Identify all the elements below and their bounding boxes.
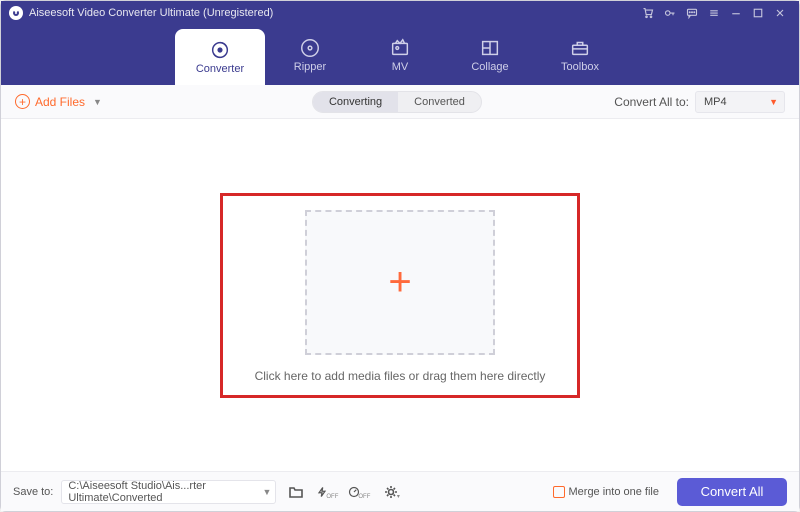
footer: Save to: C:\Aiseesoft Studio\Ais...rter … <box>1 471 799 511</box>
tutorial-highlight-box: + Click here to add media files or drag … <box>220 193 581 398</box>
add-files-button[interactable]: + Add Files ▼ <box>15 94 102 109</box>
hardware-accel-button[interactable]: OFF <box>316 480 340 504</box>
feedback-icon[interactable] <box>681 3 703 23</box>
save-to-path-select[interactable]: C:\Aiseesoft Studio\Ais...rter Ultimate\… <box>61 480 276 504</box>
tab-ripper[interactable]: Ripper <box>265 25 355 85</box>
merge-label: Merge into one file <box>569 486 660 498</box>
toolbar: + Add Files ▼ Converting Converted Conve… <box>1 85 799 119</box>
seg-converted[interactable]: Converted <box>398 92 481 112</box>
menu-icon[interactable] <box>703 3 725 23</box>
chevron-down-icon: ▼ <box>262 487 271 497</box>
save-to-label: Save to: <box>13 486 53 498</box>
convert-all-label: Convert All to: <box>614 95 689 109</box>
tab-label: Collage <box>471 61 508 73</box>
merge-checkbox[interactable]: Merge into one file <box>553 486 660 498</box>
collage-icon <box>479 37 501 59</box>
maximize-button[interactable] <box>747 3 769 23</box>
window-title: Aiseesoft Video Converter Ultimate (Unre… <box>29 7 273 19</box>
key-icon[interactable] <box>659 3 681 23</box>
toolbox-icon <box>569 37 591 59</box>
convert-all-format-select[interactable]: MP4 ▼ <box>695 91 785 113</box>
nav-tabs: Converter Ripper MV Collage Toolbox <box>1 25 799 85</box>
chevron-down-icon: ▼ <box>769 97 778 107</box>
tab-label: MV <box>392 61 409 73</box>
save-to-path: C:\Aiseesoft Studio\Ais...rter Ultimate\… <box>68 480 269 504</box>
minimize-button[interactable] <box>725 3 747 23</box>
high-speed-button[interactable]: OFF <box>348 480 372 504</box>
settings-button[interactable]: ▾ <box>380 480 404 504</box>
workspace: + Click here to add media files or drag … <box>1 119 799 471</box>
tab-label: Toolbox <box>561 61 599 73</box>
add-files-label: Add Files <box>35 95 85 109</box>
convert-btn-label: Convert All <box>701 484 764 499</box>
tab-collage[interactable]: Collage <box>445 25 535 85</box>
cart-icon[interactable] <box>637 3 659 23</box>
tab-label: Converter <box>196 63 244 75</box>
plus-icon: + <box>15 94 30 109</box>
checkbox-icon <box>553 486 565 498</box>
open-folder-button[interactable] <box>284 480 308 504</box>
app-window: Aiseesoft Video Converter Ultimate (Unre… <box>0 0 800 512</box>
drop-zone[interactable]: + <box>305 210 495 355</box>
drop-hint: Click here to add media files or drag th… <box>255 369 546 383</box>
seg-converting[interactable]: Converting <box>313 92 398 112</box>
tab-toolbox[interactable]: Toolbox <box>535 25 625 85</box>
mv-icon <box>389 37 411 59</box>
tab-mv[interactable]: MV <box>355 25 445 85</box>
converter-icon <box>209 39 231 61</box>
convert-all-value: MP4 <box>704 96 727 108</box>
app-logo-icon <box>9 6 23 20</box>
chevron-down-icon: ▼ <box>93 97 102 107</box>
close-button[interactable] <box>769 3 791 23</box>
tab-converter[interactable]: Converter <box>175 29 265 85</box>
big-plus-icon: + <box>388 260 411 305</box>
convert-all-button[interactable]: Convert All <box>677 478 787 506</box>
status-segment: Converting Converted <box>312 91 482 113</box>
titlebar: Aiseesoft Video Converter Ultimate (Unre… <box>1 1 799 25</box>
tab-label: Ripper <box>294 61 326 73</box>
ripper-icon <box>299 37 321 59</box>
